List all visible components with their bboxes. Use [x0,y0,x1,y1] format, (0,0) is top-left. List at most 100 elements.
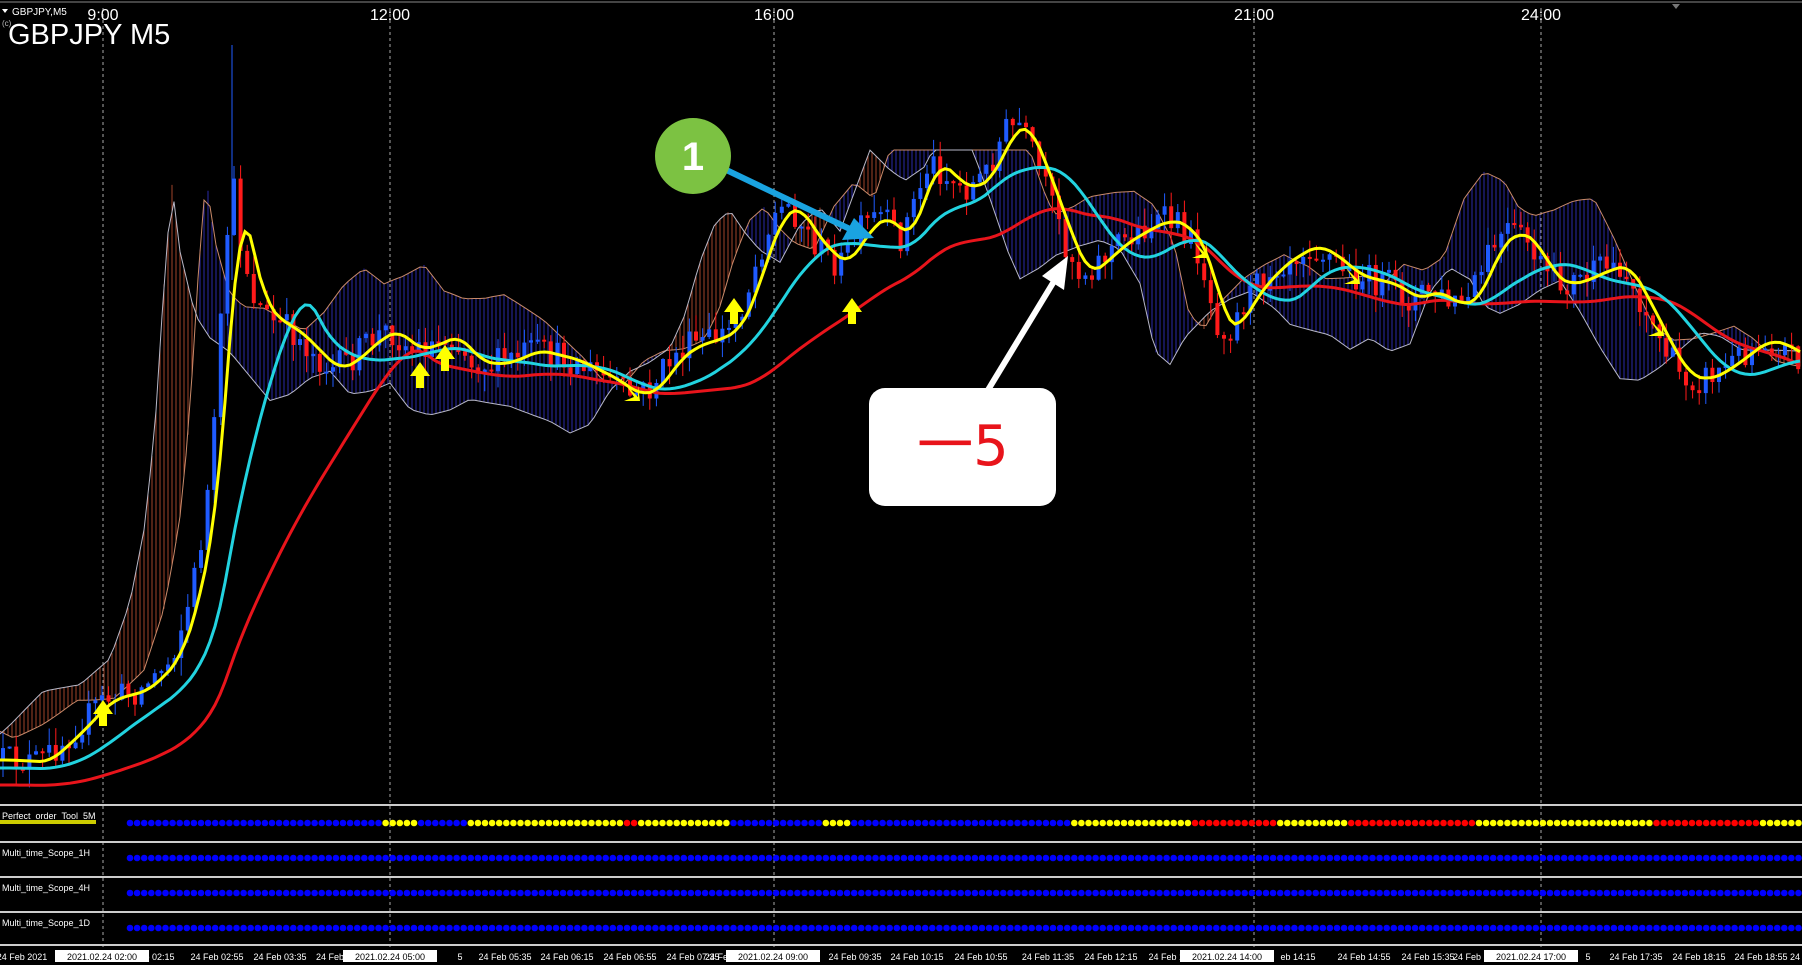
signal-dot [1000,819,1007,827]
signal-dot [332,819,340,827]
signal-dot [1369,854,1376,862]
signal-dot [1291,854,1298,862]
signal-dot [1773,854,1781,862]
candle-body [1538,256,1543,260]
signal-dot [1028,924,1035,932]
signal-dot [1291,924,1298,932]
candle-body [7,746,12,749]
signal-dot [538,854,546,862]
signal-dot [1475,924,1483,932]
axis-time-label: 24 Feb 09:35 [828,952,881,962]
signal-dot [1170,819,1177,827]
candle-body [931,156,936,174]
signal-dot [1738,889,1745,897]
signal-dot [1631,889,1639,897]
signal-dot [290,889,297,897]
axis-time-label: 24 Feb [1453,952,1481,962]
signal-dot [701,819,709,827]
signal-dot [1312,819,1319,827]
signal-dot [1340,819,1348,827]
candle-body [984,164,989,174]
candle-body [1070,257,1075,262]
signal-dot [1411,819,1419,827]
signal-dot [1631,819,1639,827]
signal-dot [240,924,247,932]
signal-dot [361,889,368,897]
candle-body [192,567,197,607]
signal-dot [403,924,411,932]
signal-dot [233,889,240,897]
signal-dot [730,854,737,862]
signal-dot [453,924,460,932]
signal-dot [801,889,808,897]
signal-dot [403,854,411,862]
candle-body [1235,312,1240,341]
signal-dot [1355,924,1362,932]
signal-dot [375,819,382,827]
signal-dot [1788,889,1795,897]
signal-dot [1504,924,1511,932]
signal-dot [1717,854,1724,862]
signal-dot [737,819,744,827]
signal-dot [361,854,368,862]
signal-dot [701,924,709,932]
signal-dot [1163,924,1170,932]
signal-dot [950,819,957,827]
candle-body [324,371,329,374]
signal-dot [247,889,254,897]
axis-date-label: 2021.02.24 02:00 [67,952,137,962]
signal-dot [1610,854,1618,862]
signal-dot [943,854,950,862]
signal-dot [779,889,787,897]
signal-dot [694,854,702,862]
signal-dot [1163,819,1170,827]
signal-dot [1191,889,1199,897]
signal-dot [836,819,844,827]
signal-dot [652,889,659,897]
signal-dot [1525,889,1532,897]
signal-dot [1461,819,1469,827]
signal-dot [737,889,744,897]
chart-canvas[interactable]: 9:00 12:00 16:00 21:00 24:00 GBPJPY,M5 (… [0,0,1802,965]
signal-dot [1759,889,1767,897]
signal-dot [1347,924,1355,932]
signal-dot [936,924,943,932]
signal-dot [964,819,972,827]
candle-body [1004,118,1009,142]
signal-dot [1063,889,1071,897]
signal-dot [1788,819,1795,827]
signal-dot [1227,889,1234,897]
signal-dot [751,924,759,932]
signal-dot [396,924,404,932]
signal-dot [1127,889,1135,897]
signal-dot [1461,924,1469,932]
candle-body [1228,338,1233,341]
candle-body [694,331,698,341]
signal-dot [843,924,851,932]
signal-dot [488,889,496,897]
signal-dot [488,819,496,827]
signal-dot [1525,854,1532,862]
signal-dot [318,889,326,897]
signal-dot [957,889,964,897]
signal-dot [1205,854,1213,862]
signal-dot [481,819,489,827]
signal-dot [886,854,893,862]
signal-dot [879,889,886,897]
signal-dot [1376,924,1383,932]
candle-body [661,359,665,384]
signal-dot [1773,924,1781,932]
candle-body [403,346,408,351]
candle-body [370,333,375,346]
signal-dot [1433,924,1440,932]
signal-dot [1575,819,1582,827]
candle-body [106,695,111,702]
signal-dot [1049,854,1057,862]
signal-dot [1674,854,1682,862]
signal-dot [382,854,389,862]
signal-dot [1404,854,1412,862]
signal-dot [1426,924,1433,932]
signal-dot [1397,854,1405,862]
signal-dot [1149,924,1156,932]
signal-dot [1795,819,1802,827]
